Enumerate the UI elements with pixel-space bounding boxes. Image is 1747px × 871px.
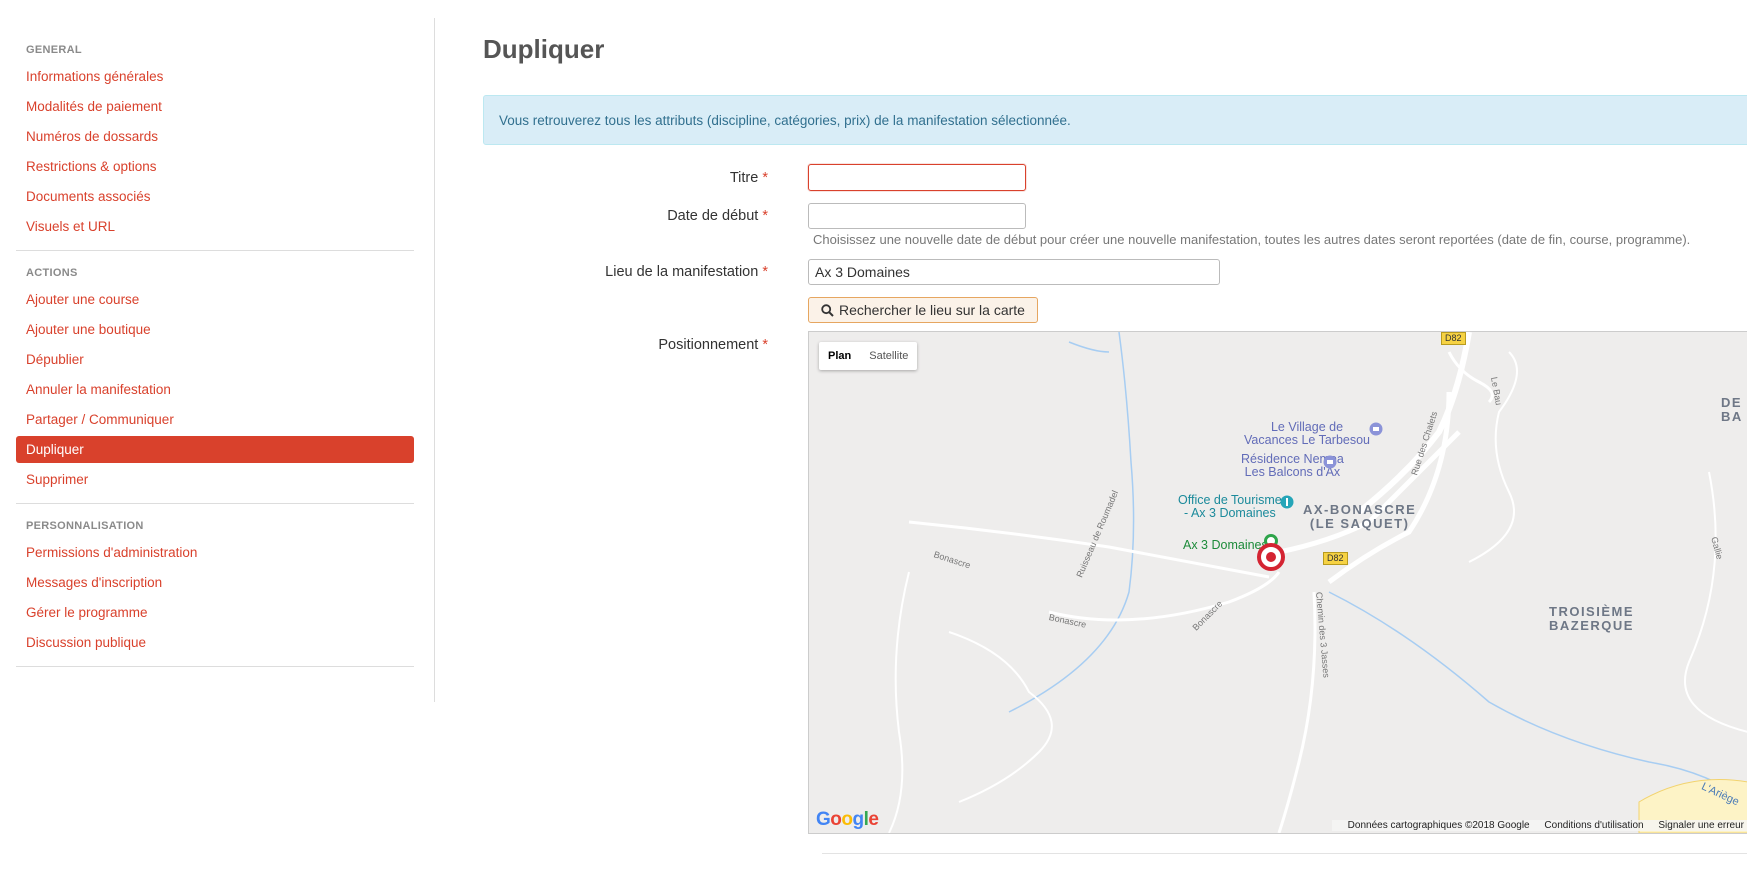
map-satellite-button[interactable]: Satellite — [860, 342, 917, 370]
hotel-icon — [1323, 455, 1337, 469]
google-logo: Google — [816, 809, 879, 830]
info-icon — [1280, 495, 1294, 509]
map-type-toggle: Plan Satellite — [819, 342, 918, 370]
date-debut-input[interactable] — [808, 203, 1026, 229]
vertical-divider — [434, 18, 435, 702]
sidebar-item-permissions-d-administration[interactable]: Permissions d'administration — [16, 538, 414, 568]
map-plan-button[interactable]: Plan — [819, 342, 860, 370]
location-marker-icon[interactable] — [1257, 543, 1285, 571]
sidebar-item-supprimer[interactable]: Supprimer — [16, 465, 414, 495]
required-mark: * — [762, 170, 768, 186]
divider — [822, 853, 1747, 854]
hotel-icon — [1369, 422, 1383, 436]
sidebar-item-modalites-de-paiement[interactable]: Modalités de paiement — [16, 92, 414, 122]
map-base — [888, 332, 1747, 833]
section-title-actions: ACTIONS — [26, 267, 78, 279]
titre-label-text: Titre — [729, 170, 759, 186]
info-alert: Vous retrouverez tous les attributs (dis… — [483, 95, 1747, 145]
poi-office-tourisme[interactable]: Office de Tourisme - Ax 3 Domaines — [1178, 494, 1282, 520]
sidebar-item-dupliquer[interactable]: Dupliquer — [16, 436, 414, 463]
divider — [16, 503, 414, 504]
general-menu: Informations générales Modalités de paiem… — [16, 62, 414, 242]
section-title-personnalisation: PERSONNALISATION — [26, 520, 144, 532]
sidebar-item-ajouter-une-course[interactable]: Ajouter une course — [16, 285, 414, 315]
date-help-text: Choisissez une nouvelle date de début po… — [813, 232, 1691, 247]
lieu-label-text: Lieu de la manifestation — [605, 264, 759, 280]
titre-label: Titre * — [468, 170, 768, 186]
map-terms-link[interactable]: Conditions d'utilisation — [1544, 820, 1643, 831]
sidebar-item-restrictions-options[interactable]: Restrictions & options — [16, 152, 414, 182]
sidebar-item-numeros-de-dossards[interactable]: Numéros de dossards — [16, 122, 414, 152]
divider — [16, 666, 414, 667]
required-mark: * — [762, 337, 768, 353]
actions-menu: Ajouter une course Ajouter une boutique Dé… — [16, 285, 414, 495]
map-footer: Données cartographiques ©2018 Google Con… — [1331, 820, 1747, 831]
sidebar-item-ajouter-une-boutique[interactable]: Ajouter une boutique — [16, 315, 414, 345]
sidebar-item-annuler-la-manifestation[interactable]: Annuler la manifestation — [16, 375, 414, 405]
area-troisieme-label: TROISIÈME BAZERQUE — [1549, 604, 1635, 633]
search-button-label: Rechercher le lieu sur la carte — [839, 302, 1025, 318]
area-de-ba: DE BA — [1721, 396, 1743, 424]
search-location-button[interactable]: Rechercher le lieu sur la carte — [808, 297, 1038, 323]
area-de-label: DE BA — [1721, 395, 1743, 424]
map-report-link[interactable]: Signaler une erreur — [1658, 820, 1744, 831]
sidebar-item-partager-communiquer[interactable]: Partager / Communiquer — [16, 405, 414, 435]
map-data-credit: Données cartographiques ©2018 Google — [1347, 820, 1530, 831]
sidebar-item-discussion-publique[interactable]: Discussion publique — [16, 628, 414, 658]
area-bonascre-label: AX-BONASCRE (LE SAQUET) — [1303, 502, 1417, 531]
sidebar-item-depublier[interactable]: Dépublier — [16, 345, 414, 375]
personnalisation-menu: Permissions d'administration Messages d'i… — [16, 538, 414, 658]
area-ax-bonascre: AX-BONASCRE (LE SAQUET) — [1303, 503, 1416, 531]
poi-office-label: Office de Tourisme - Ax 3 Domaines — [1178, 493, 1282, 520]
sidebar-item-informations-generales[interactable]: Informations générales — [16, 62, 414, 92]
road-badge-d82: D82 — [1441, 332, 1466, 345]
lieu-label: Lieu de la manifestation * — [468, 264, 768, 280]
required-mark: * — [762, 208, 768, 224]
poi-village-vacances[interactable]: Le Village de Vacances Le Tarbesou — [1244, 421, 1370, 447]
divider — [16, 250, 414, 251]
page-title: Dupliquer — [483, 34, 605, 64]
date-label: Date de début * — [468, 208, 768, 224]
search-icon — [821, 303, 834, 317]
sidebar: GENERAL Informations générales Modalités … — [16, 34, 414, 673]
lieu-input[interactable] — [808, 259, 1220, 285]
road-badge-d82: D82 — [1323, 552, 1348, 565]
date-label-text: Date de début — [667, 208, 759, 224]
sidebar-item-gerer-le-programme[interactable]: Gérer le programme — [16, 598, 414, 628]
positionnement-label: Positionnement * — [468, 337, 768, 353]
sidebar-item-documents-associes[interactable]: Documents associés — [16, 182, 414, 212]
sidebar-item-visuels-et-url[interactable]: Visuels et URL — [16, 212, 414, 242]
map[interactable]: Plan Satellite D82 D82 Le Village de Vac… — [808, 331, 1747, 834]
poi-village-label: Le Village de Vacances Le Tarbesou — [1244, 420, 1371, 447]
sidebar-item-messages-d-inscription[interactable]: Messages d'inscription — [16, 568, 414, 598]
position-label-text: Positionnement — [658, 337, 759, 353]
section-title-general: GENERAL — [26, 44, 82, 56]
poi-ax-3-domaines[interactable]: Ax 3 Domaines — [1183, 539, 1268, 552]
area-troisieme-bazerque: TROISIÈME BAZERQUE — [1549, 605, 1634, 633]
titre-input[interactable] — [808, 164, 1026, 191]
required-mark: * — [762, 264, 768, 280]
